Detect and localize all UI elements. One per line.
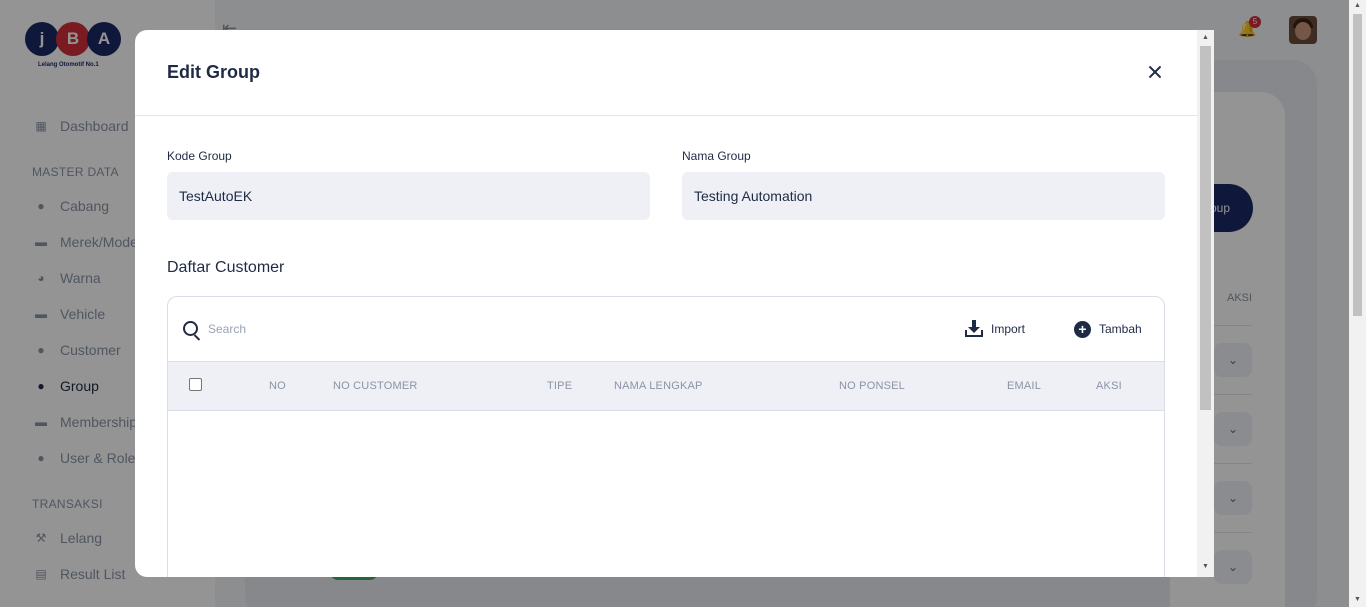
close-icon[interactable] bbox=[1145, 62, 1165, 82]
select-all-checkbox[interactable] bbox=[189, 378, 202, 391]
search-input[interactable] bbox=[208, 316, 608, 342]
column-header-nama-lengkap[interactable]: NAMA LENGKAP bbox=[614, 380, 703, 392]
column-header-no[interactable]: NO bbox=[269, 380, 286, 392]
modal-title: Edit Group bbox=[167, 62, 260, 82]
scroll-down-arrow[interactable]: ▼ bbox=[1353, 596, 1362, 603]
modal-scroll-up-arrow[interactable]: ▲ bbox=[1200, 34, 1211, 41]
nama-group-field[interactable] bbox=[682, 172, 1165, 220]
plus-circle-icon: + bbox=[1074, 320, 1091, 338]
scroll-up-arrow[interactable]: ▲ bbox=[1353, 2, 1362, 9]
edit-group-modal: Edit Group Kode Group Nama Group Daftar … bbox=[135, 30, 1214, 577]
customer-table: Import + Tambah NO NO CUSTOMER TIPE NAMA… bbox=[167, 296, 1165, 577]
table-header: NO NO CUSTOMER TIPE NAMA LENGKAP NO PONS… bbox=[168, 361, 1164, 411]
column-header-tipe[interactable]: TIPE bbox=[547, 380, 572, 392]
column-header-no-ponsel[interactable]: NO PONSEL bbox=[839, 380, 905, 392]
download-icon bbox=[965, 320, 983, 338]
daftar-customer-title: Daftar Customer bbox=[167, 259, 285, 276]
page-scrollbar[interactable]: ▲ ▼ bbox=[1349, 0, 1366, 607]
column-header-aksi: AKSI bbox=[1096, 380, 1122, 392]
modal-header: Edit Group bbox=[135, 30, 1197, 116]
page-scrollbar-thumb[interactable] bbox=[1353, 14, 1362, 316]
kode-group-label: Kode Group bbox=[167, 149, 232, 163]
kode-group-field[interactable] bbox=[167, 172, 650, 220]
column-header-no-customer[interactable]: NO CUSTOMER bbox=[333, 380, 418, 392]
tambah-label: Tambah bbox=[1099, 322, 1142, 336]
modal-scrollbar[interactable]: ▲ ▼ bbox=[1197, 30, 1214, 577]
import-button[interactable]: Import bbox=[965, 319, 1025, 339]
column-header-email[interactable]: EMAIL bbox=[1007, 380, 1041, 392]
search-icon bbox=[183, 321, 203, 341]
tambah-button[interactable]: + Tambah bbox=[1074, 319, 1142, 339]
modal-scroll-down-arrow[interactable]: ▼ bbox=[1200, 563, 1211, 570]
nama-group-label: Nama Group bbox=[682, 149, 751, 163]
import-label: Import bbox=[991, 322, 1026, 336]
modal-scrollbar-thumb[interactable] bbox=[1200, 46, 1211, 410]
